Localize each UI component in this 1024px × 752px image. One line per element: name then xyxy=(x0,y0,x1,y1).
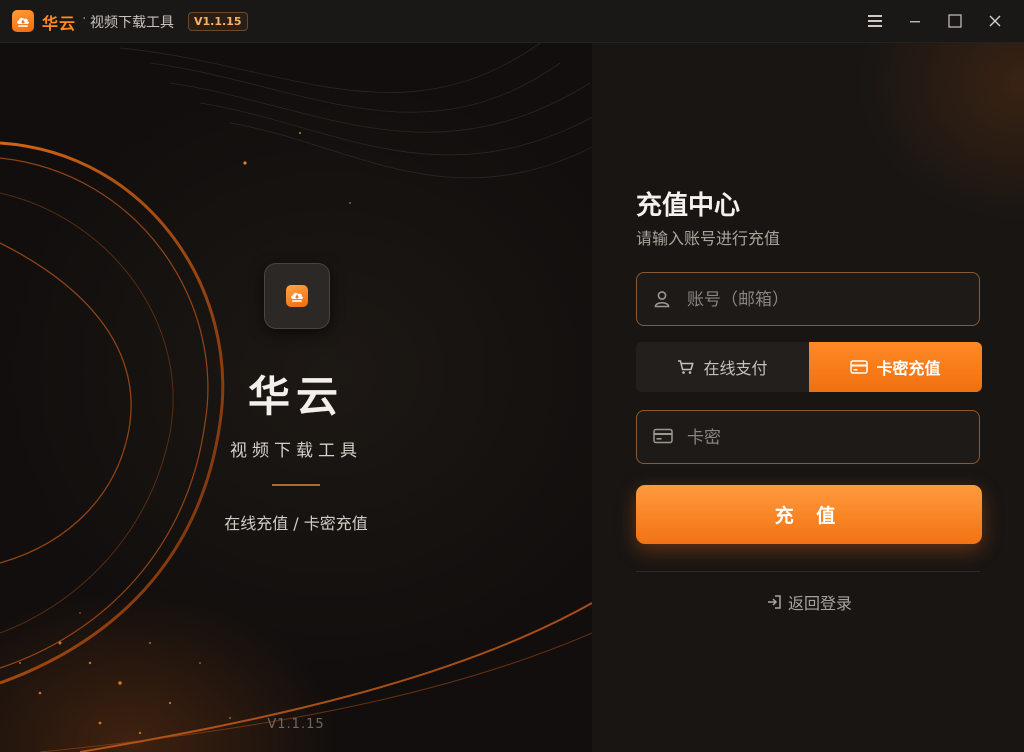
hero-panel: 华云 视频下载工具 在线充值 / 卡密充值 V1.1.15 xyxy=(0,43,592,752)
hero-subtitle: 视频下载工具 xyxy=(230,441,362,461)
back-to-login-link[interactable]: 返回登录 xyxy=(766,591,852,613)
cloud-download-icon xyxy=(286,285,308,307)
recharge-submit-button[interactable]: 充 值 xyxy=(636,485,982,544)
tab-card-recharge-label: 卡密充值 xyxy=(876,359,941,378)
title-separator: · xyxy=(82,11,87,27)
close-button[interactable] xyxy=(981,7,1009,35)
account-input[interactable] xyxy=(685,273,969,327)
hero-description: 在线充值 / 卡密充值 xyxy=(224,514,368,533)
app-icon-tile xyxy=(264,263,330,329)
card-key-field[interactable] xyxy=(636,410,980,465)
title-bar: 华云 · 视频下载工具 V1.1.15 xyxy=(0,0,1024,43)
hero-divider xyxy=(272,484,320,486)
hero-title: 华云 xyxy=(247,372,344,421)
recharge-panel: 充值中心 请输入账号进行充值 在线支付 卡密充值 xyxy=(592,43,1024,752)
version-badge: V1.1.15 xyxy=(188,12,248,31)
close-icon xyxy=(989,15,1001,27)
card-key-input[interactable] xyxy=(685,411,969,465)
maximize-button[interactable] xyxy=(941,7,969,35)
card-icon xyxy=(653,428,673,444)
login-arrow-icon xyxy=(768,595,781,609)
card-icon xyxy=(850,360,869,374)
panel-divider xyxy=(636,571,980,572)
payment-method-tabs: 在线支付 卡密充值 xyxy=(636,342,982,392)
minimize-icon xyxy=(910,21,920,23)
app-name: 华云 xyxy=(42,14,77,33)
minimize-button[interactable] xyxy=(901,7,929,35)
cart-icon xyxy=(678,360,695,374)
tab-card-recharge[interactable]: 卡密充值 xyxy=(809,342,982,392)
tab-online-payment[interactable]: 在线支付 xyxy=(636,342,809,392)
tab-online-payment-label: 在线支付 xyxy=(703,359,768,378)
recharge-title: 充值中心 xyxy=(636,191,741,221)
app-logo-icon xyxy=(12,10,34,32)
user-icon xyxy=(654,291,670,308)
back-to-login-label: 返回登录 xyxy=(788,594,853,613)
account-field[interactable] xyxy=(636,272,980,327)
maximize-icon xyxy=(948,14,962,28)
menu-button[interactable] xyxy=(861,7,889,35)
recharge-subtitle: 请输入账号进行充值 xyxy=(636,229,781,248)
app-subtitle: 视频下载工具 xyxy=(90,15,174,31)
hero-version: V1.1.15 xyxy=(267,717,325,732)
hamburger-menu-icon xyxy=(868,15,882,27)
